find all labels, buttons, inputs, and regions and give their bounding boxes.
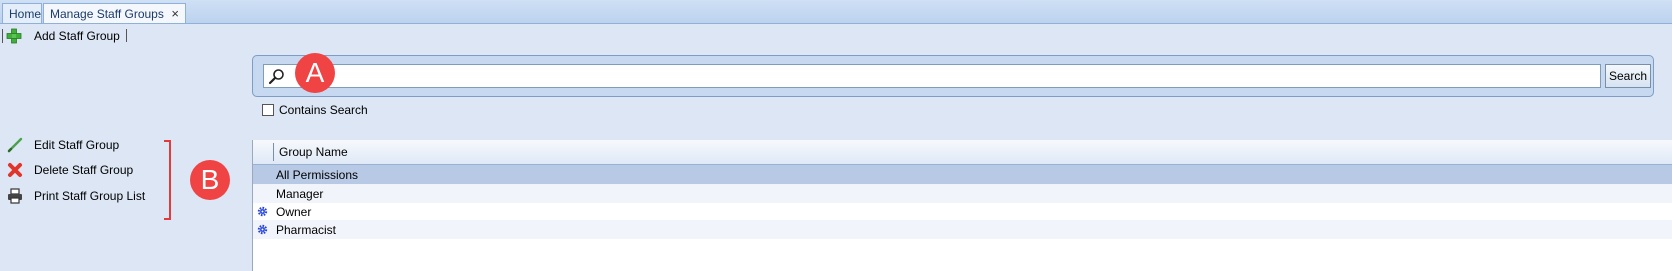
contains-search-label: Contains Search xyxy=(279,103,368,117)
contains-search-option[interactable]: Contains Search xyxy=(262,103,368,117)
table-row[interactable]: Manager xyxy=(253,184,1672,203)
add-plus-icon xyxy=(6,28,22,44)
toolbar: Add Staff Group xyxy=(0,24,1672,48)
close-icon[interactable]: × xyxy=(171,4,179,24)
table-row[interactable]: Owner xyxy=(253,202,1672,221)
tab-manage-staff-groups[interactable]: Manage Staff Groups × xyxy=(43,3,186,23)
callout-bracket xyxy=(164,140,171,220)
add-staff-group-label: Add Staff Group xyxy=(34,29,120,43)
search-button[interactable]: Search xyxy=(1605,64,1651,88)
delete-x-icon xyxy=(8,163,22,177)
pencil-icon xyxy=(7,137,23,153)
search-input[interactable] xyxy=(292,67,1596,87)
column-header-group-name[interactable]: Group Name xyxy=(279,145,348,159)
tab-home[interactable]: Home xyxy=(2,3,42,23)
callout-marker-b: B xyxy=(190,160,230,200)
grid-header: Group Name xyxy=(253,140,1672,165)
group-name-cell: Owner xyxy=(276,205,312,219)
printer-icon xyxy=(8,188,22,204)
delete-staff-group-label: Delete Staff Group xyxy=(34,163,134,177)
table-row[interactable]: Pharmacist xyxy=(253,220,1672,239)
tab-bar: Home Manage Staff Groups × xyxy=(0,0,1672,24)
search-field[interactable] xyxy=(263,64,1601,88)
group-name-cell: All Permissions xyxy=(276,168,359,182)
add-staff-group-button[interactable]: Add Staff Group xyxy=(6,27,120,45)
edit-staff-group-label: Edit Staff Group xyxy=(34,138,120,152)
gear-icon xyxy=(257,206,268,217)
toolbar-divider xyxy=(126,29,127,42)
search-panel: Search xyxy=(252,55,1654,97)
tab-home-label: Home xyxy=(9,7,42,21)
group-name-cell: Manager xyxy=(276,187,324,201)
delete-staff-group-button[interactable]: Delete Staff Group xyxy=(6,160,133,180)
callout-marker-a: A xyxy=(295,53,335,93)
table-row[interactable]: All Permissions xyxy=(253,165,1672,184)
staff-groups-grid: Group Name All Permissions Manager Owner… xyxy=(252,140,1672,271)
edit-staff-group-button[interactable]: Edit Staff Group xyxy=(6,135,119,155)
toolbar-divider xyxy=(2,29,3,43)
magnifier-icon xyxy=(268,69,284,85)
tab-manage-staff-groups-label: Manage Staff Groups xyxy=(50,7,164,21)
print-staff-group-list-button[interactable]: Print Staff Group List xyxy=(6,186,145,206)
gear-icon xyxy=(257,224,268,235)
header-divider xyxy=(273,143,274,161)
print-staff-group-list-label: Print Staff Group List xyxy=(34,189,146,203)
contains-search-checkbox[interactable] xyxy=(262,104,274,116)
group-name-cell: Pharmacist xyxy=(276,223,337,237)
